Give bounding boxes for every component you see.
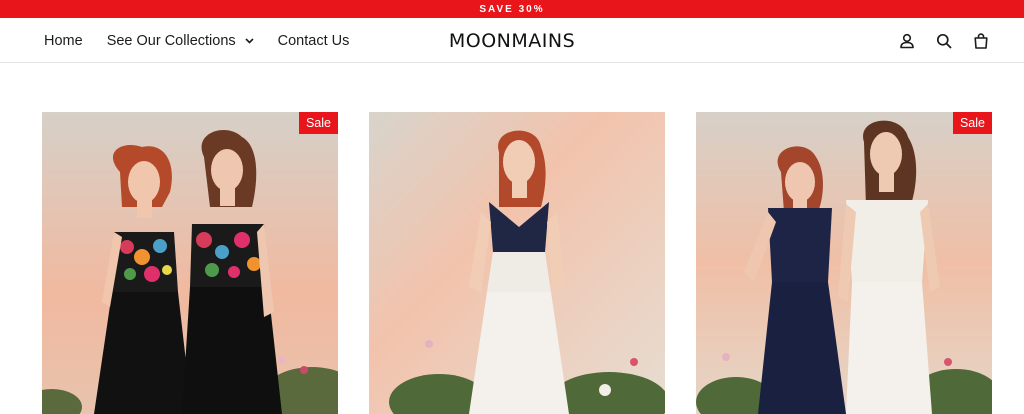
- nav-contact-link[interactable]: Contact Us: [278, 33, 350, 49]
- product-card[interactable]: Sale: [696, 112, 992, 414]
- account-icon[interactable]: [897, 31, 917, 51]
- brand-logo[interactable]: MOONMAINS: [449, 30, 575, 52]
- nav-collections-label: See Our Collections: [106, 32, 236, 49]
- product-card[interactable]: Sale: [42, 112, 338, 414]
- site-header: Home See Our Collections Contact Us MOON…: [0, 18, 1024, 63]
- cart-icon[interactable]: [971, 31, 991, 51]
- header-icons: [880, 18, 991, 63]
- sale-badge: Sale: [952, 112, 992, 134]
- chevron-down-icon: [245, 37, 254, 44]
- main-nav: Home See Our Collections Contact Us: [44, 18, 373, 63]
- announcement-text: SAVE 30%: [479, 3, 545, 15]
- sale-badge: Sale: [298, 112, 338, 134]
- nav-collections-link[interactable]: See Our Collections: [107, 33, 254, 49]
- product-image: [696, 112, 992, 414]
- search-icon[interactable]: [934, 31, 954, 51]
- announcement-bar: SAVE 30%: [0, 0, 1024, 18]
- product-card[interactable]: [369, 112, 665, 414]
- nav-home-link[interactable]: Home: [44, 33, 83, 49]
- product-image: [42, 112, 338, 414]
- product-image: [369, 112, 665, 414]
